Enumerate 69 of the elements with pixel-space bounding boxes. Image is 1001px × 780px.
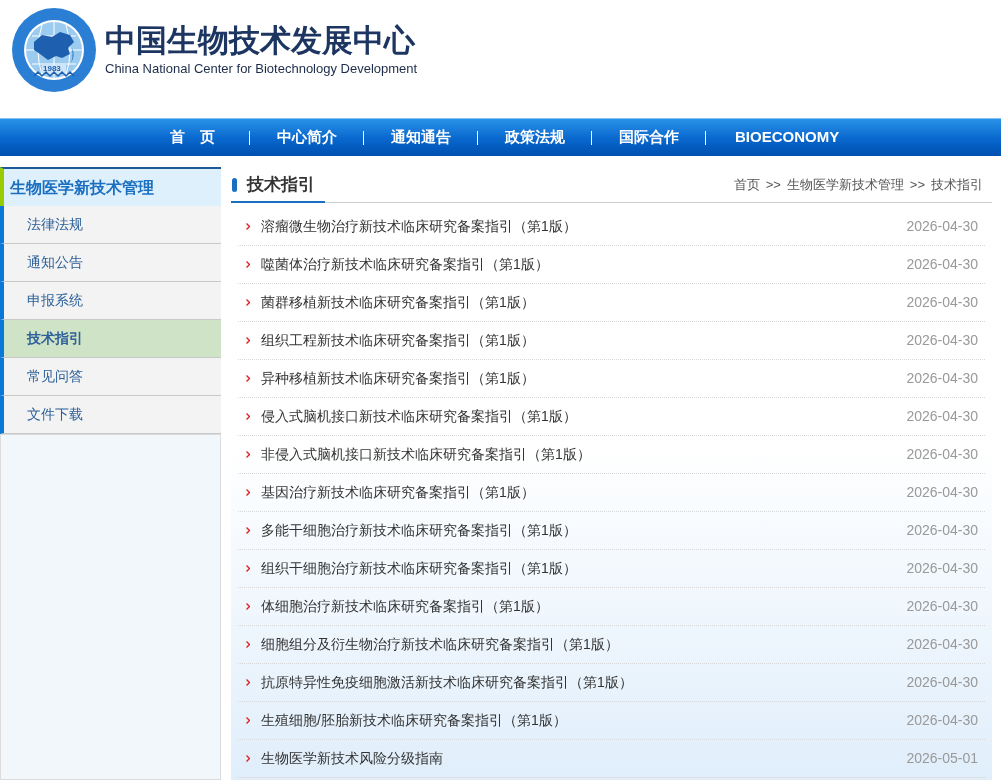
article-link[interactable]: 基因治疗新技术临床研究备案指引（第1版） (261, 482, 535, 503)
chevron-icon (246, 299, 250, 306)
chevron-icon (246, 717, 250, 724)
article-link[interactable]: 菌群移植新技术临床研究备案指引（第1版） (261, 292, 535, 313)
article-date: 2026-04-30 (906, 635, 978, 654)
article-link[interactable]: 生物医学新技术风险分级指南 (261, 748, 443, 769)
article-link[interactable]: 体细胞治疗新技术临床研究备案指引（第1版） (261, 596, 549, 617)
chevron-icon (246, 603, 250, 610)
article-date: 2026-04-30 (906, 255, 978, 274)
sidebar-item[interactable]: 通知公告 (0, 244, 221, 282)
sidebar-item[interactable]: 常见问答 (0, 358, 221, 396)
article-link[interactable]: 组织工程新技术临床研究备案指引（第1版） (261, 330, 535, 351)
article-link[interactable]: 多能干细胞治疗新技术临床研究备案指引（第1版） (261, 520, 577, 541)
article-link[interactable]: 抗原特异性免疫细胞激活新技术临床研究备案指引（第1版） (261, 672, 633, 693)
breadcrumb-separator: >> (909, 175, 925, 194)
article-date: 2026-04-30 (906, 217, 978, 236)
chevron-icon (246, 489, 250, 496)
chevron-icon (246, 451, 250, 458)
nav-link[interactable]: 中心简介 (250, 126, 363, 149)
article-link[interactable]: 细胞组分及衍生物治疗新技术临床研究备案指引（第1版） (261, 634, 619, 655)
sidebar-item[interactable]: 文件下载 (0, 396, 221, 434)
article-date: 2026-04-30 (906, 711, 978, 730)
article-date: 2026-04-30 (906, 483, 978, 502)
article-link[interactable]: 组织干细胞治疗新技术临床研究备案指引（第1版） (261, 558, 577, 579)
article-date: 2026-05-01 (906, 749, 978, 768)
nav-link[interactable]: 首 页 (136, 126, 249, 149)
breadcrumb-link[interactable]: 技术指引 (931, 174, 983, 195)
section-title: 技术指引 (247, 173, 315, 196)
chevron-icon (246, 413, 250, 420)
article-date: 2026-04-30 (906, 445, 978, 464)
chevron-icon (246, 755, 250, 762)
article-date: 2026-04-30 (906, 407, 978, 426)
site-title: 中国生物技术发展中心 (105, 23, 416, 59)
marker-icon (232, 177, 237, 192)
nav-link[interactable]: BIOECONOMY (706, 126, 869, 149)
article-date: 2026-04-30 (906, 293, 978, 312)
article-link[interactable]: 生殖细胞/胚胎新技术临床研究备案指引（第1版） (261, 710, 567, 731)
chevron-icon (246, 261, 250, 268)
sidebar-item[interactable]: 法律法规 (0, 206, 221, 244)
article-date: 2026-04-30 (906, 673, 978, 692)
chevron-icon (246, 375, 250, 382)
breadcrumb-separator: >> (765, 175, 781, 194)
article-link[interactable]: 非侵入式脑机接口新技术临床研究备案指引（第1版） (261, 444, 591, 465)
nav-link[interactable]: 通知通告 (364, 126, 477, 149)
sidebar-item[interactable]: 技术指引 (0, 320, 221, 358)
chevron-icon (246, 223, 250, 230)
chevron-icon (246, 679, 250, 686)
chevron-icon (246, 641, 250, 648)
chevron-icon (246, 337, 250, 344)
emblem-year: 1983 (43, 64, 61, 74)
chevron-icon (246, 527, 250, 534)
article-link[interactable]: 侵入式脑机接口新技术临床研究备案指引（第1版） (261, 406, 577, 427)
sidebar-item[interactable]: 申报系统 (0, 282, 221, 320)
article-date: 2026-04-30 (906, 369, 978, 388)
article-date: 2026-04-30 (906, 521, 978, 540)
article-date: 2026-04-30 (906, 559, 978, 578)
sidebar-title: 生物医学新技术管理 (10, 177, 154, 198)
nav-link[interactable]: 政策法规 (478, 126, 591, 149)
globe-emblem-icon (12, 8, 96, 92)
site-subtitle: China National Center for Biotechnology Development (105, 61, 418, 77)
article-link[interactable]: 溶瘤微生物治疗新技术临床研究备案指引（第1版） (261, 216, 577, 237)
nav-link[interactable]: 国际合作 (592, 126, 705, 149)
article-date: 2026-04-30 (906, 331, 978, 350)
article-date: 2026-04-30 (906, 597, 978, 616)
breadcrumb-link[interactable]: 首页 (733, 174, 760, 195)
breadcrumb-link[interactable]: 生物医学新技术管理 (786, 174, 904, 195)
article-link[interactable]: 噬菌体治疗新技术临床研究备案指引（第1版） (261, 254, 549, 275)
article-link[interactable]: 异种移植新技术临床研究备案指引（第1版） (261, 368, 535, 389)
chevron-icon (246, 565, 250, 572)
